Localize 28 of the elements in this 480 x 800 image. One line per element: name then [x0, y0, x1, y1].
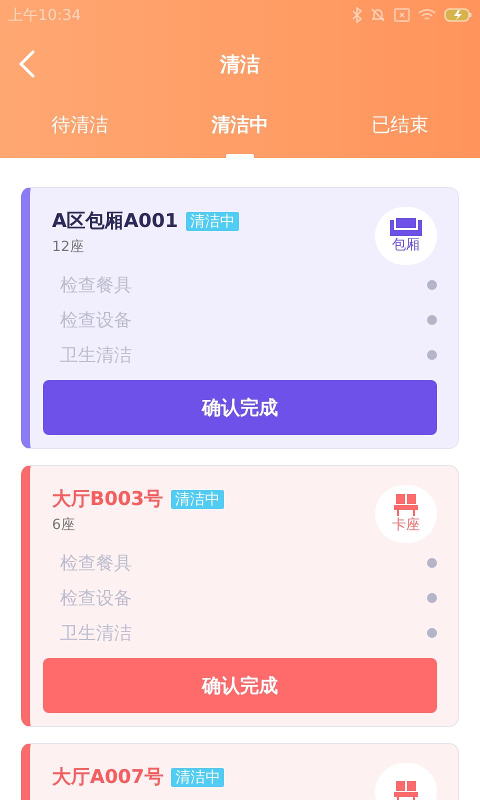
wifi-icon — [418, 8, 436, 22]
seat-count: 6座 — [51, 516, 76, 534]
room-name: 大厅A007号 — [52, 765, 164, 790]
seat-icon — [394, 494, 418, 516]
task-label: 检查设备 — [60, 586, 132, 610]
room-type-label: 包厢 — [392, 236, 420, 254]
tab[interactable]: 清洁中 — [160, 98, 320, 158]
status-tag: 清洁中 — [171, 768, 224, 786]
seat-count: 12座 — [51, 238, 85, 256]
bluetooth-icon — [352, 7, 362, 23]
mute-icon — [370, 7, 386, 23]
status-time: 上午10:34 — [8, 6, 82, 24]
tab[interactable]: 待清洁 — [0, 98, 160, 158]
tab[interactable]: 已结束 — [320, 98, 480, 158]
status-tag: 清洁中 — [171, 490, 224, 508]
page-title: 清洁 — [220, 50, 260, 78]
room-type-label: 卡座 — [392, 516, 420, 534]
room-name: A区包厢A001 — [52, 209, 178, 234]
battery-icon — [444, 8, 472, 22]
no-sim-icon — [394, 8, 410, 22]
sofa-icon — [390, 218, 422, 236]
task-label: 检查餐具 — [60, 552, 132, 574]
task-label: 卫生清洁 — [60, 622, 132, 644]
seat-icon — [394, 781, 418, 800]
status-tag: 清洁中 — [186, 212, 240, 230]
confirm-button[interactable]: 确认完成 — [43, 380, 437, 435]
room-name: 大厅B003号 — [52, 487, 164, 512]
confirm-button[interactable]: 确认完成 — [43, 658, 437, 713]
